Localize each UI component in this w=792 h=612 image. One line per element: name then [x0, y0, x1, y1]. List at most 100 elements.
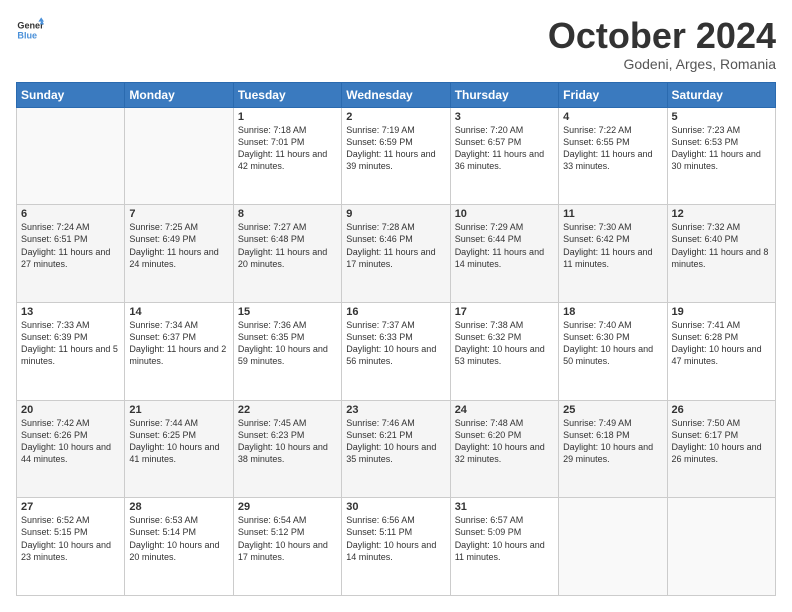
day-number: 29	[238, 501, 337, 513]
day-number: 30	[346, 501, 445, 513]
table-row: 29Sunrise: 6:54 AMSunset: 5:12 PMDayligh…	[233, 498, 341, 596]
day-info: Sunrise: 7:46 AMSunset: 6:21 PMDaylight:…	[346, 417, 445, 466]
week-row-2: 6Sunrise: 7:24 AMSunset: 6:51 PMDaylight…	[17, 205, 776, 303]
location-subtitle: Godeni, Arges, Romania	[548, 56, 776, 72]
table-row: 11Sunrise: 7:30 AMSunset: 6:42 PMDayligh…	[559, 205, 667, 303]
day-number: 5	[672, 111, 771, 123]
table-row: 8Sunrise: 7:27 AMSunset: 6:48 PMDaylight…	[233, 205, 341, 303]
table-row: 28Sunrise: 6:53 AMSunset: 5:14 PMDayligh…	[125, 498, 233, 596]
table-row: 2Sunrise: 7:19 AMSunset: 6:59 PMDaylight…	[342, 107, 450, 205]
table-row: 18Sunrise: 7:40 AMSunset: 6:30 PMDayligh…	[559, 302, 667, 400]
day-number: 28	[129, 501, 228, 513]
table-row: 1Sunrise: 7:18 AMSunset: 7:01 PMDaylight…	[233, 107, 341, 205]
week-row-5: 27Sunrise: 6:52 AMSunset: 5:15 PMDayligh…	[17, 498, 776, 596]
table-row: 30Sunrise: 6:56 AMSunset: 5:11 PMDayligh…	[342, 498, 450, 596]
table-row: 25Sunrise: 7:49 AMSunset: 6:18 PMDayligh…	[559, 400, 667, 498]
day-number: 1	[238, 111, 337, 123]
table-row: 10Sunrise: 7:29 AMSunset: 6:44 PMDayligh…	[450, 205, 558, 303]
day-number: 26	[672, 404, 771, 416]
table-row: 5Sunrise: 7:23 AMSunset: 6:53 PMDaylight…	[667, 107, 775, 205]
table-row: 7Sunrise: 7:25 AMSunset: 6:49 PMDaylight…	[125, 205, 233, 303]
table-row: 4Sunrise: 7:22 AMSunset: 6:55 PMDaylight…	[559, 107, 667, 205]
day-info: Sunrise: 6:53 AMSunset: 5:14 PMDaylight:…	[129, 514, 228, 563]
title-section: October 2024 Godeni, Arges, Romania	[548, 16, 776, 72]
day-info: Sunrise: 7:22 AMSunset: 6:55 PMDaylight:…	[563, 124, 662, 173]
table-row	[559, 498, 667, 596]
day-info: Sunrise: 7:32 AMSunset: 6:40 PMDaylight:…	[672, 221, 771, 270]
day-info: Sunrise: 7:30 AMSunset: 6:42 PMDaylight:…	[563, 221, 662, 270]
day-info: Sunrise: 7:44 AMSunset: 6:25 PMDaylight:…	[129, 417, 228, 466]
header: General Blue October 2024 Godeni, Arges,…	[16, 16, 776, 72]
calendar-table: Sunday Monday Tuesday Wednesday Thursday…	[16, 82, 776, 596]
day-number: 15	[238, 306, 337, 318]
table-row: 22Sunrise: 7:45 AMSunset: 6:23 PMDayligh…	[233, 400, 341, 498]
table-row: 26Sunrise: 7:50 AMSunset: 6:17 PMDayligh…	[667, 400, 775, 498]
day-number: 13	[21, 306, 120, 318]
day-info: Sunrise: 6:52 AMSunset: 5:15 PMDaylight:…	[21, 514, 120, 563]
day-number: 18	[563, 306, 662, 318]
day-info: Sunrise: 7:50 AMSunset: 6:17 PMDaylight:…	[672, 417, 771, 466]
table-row: 16Sunrise: 7:37 AMSunset: 6:33 PMDayligh…	[342, 302, 450, 400]
month-title: October 2024	[548, 16, 776, 56]
day-info: Sunrise: 7:33 AMSunset: 6:39 PMDaylight:…	[21, 319, 120, 368]
svg-text:General: General	[17, 21, 44, 31]
table-row: 3Sunrise: 7:20 AMSunset: 6:57 PMDaylight…	[450, 107, 558, 205]
table-row: 9Sunrise: 7:28 AMSunset: 6:46 PMDaylight…	[342, 205, 450, 303]
header-friday: Friday	[559, 82, 667, 107]
logo-icon: General Blue	[16, 16, 44, 44]
week-row-3: 13Sunrise: 7:33 AMSunset: 6:39 PMDayligh…	[17, 302, 776, 400]
day-number: 21	[129, 404, 228, 416]
table-row	[125, 107, 233, 205]
day-info: Sunrise: 7:27 AMSunset: 6:48 PMDaylight:…	[238, 221, 337, 270]
day-info: Sunrise: 6:56 AMSunset: 5:11 PMDaylight:…	[346, 514, 445, 563]
day-info: Sunrise: 7:34 AMSunset: 6:37 PMDaylight:…	[129, 319, 228, 368]
week-row-1: 1Sunrise: 7:18 AMSunset: 7:01 PMDaylight…	[17, 107, 776, 205]
weekday-header-row: Sunday Monday Tuesday Wednesday Thursday…	[17, 82, 776, 107]
header-thursday: Thursday	[450, 82, 558, 107]
header-tuesday: Tuesday	[233, 82, 341, 107]
day-info: Sunrise: 7:18 AMSunset: 7:01 PMDaylight:…	[238, 124, 337, 173]
day-info: Sunrise: 7:36 AMSunset: 6:35 PMDaylight:…	[238, 319, 337, 368]
table-row: 27Sunrise: 6:52 AMSunset: 5:15 PMDayligh…	[17, 498, 125, 596]
day-number: 31	[455, 501, 554, 513]
day-info: Sunrise: 7:19 AMSunset: 6:59 PMDaylight:…	[346, 124, 445, 173]
table-row: 20Sunrise: 7:42 AMSunset: 6:26 PMDayligh…	[17, 400, 125, 498]
day-number: 16	[346, 306, 445, 318]
day-number: 9	[346, 208, 445, 220]
day-info: Sunrise: 7:40 AMSunset: 6:30 PMDaylight:…	[563, 319, 662, 368]
day-number: 23	[346, 404, 445, 416]
day-info: Sunrise: 6:54 AMSunset: 5:12 PMDaylight:…	[238, 514, 337, 563]
header-wednesday: Wednesday	[342, 82, 450, 107]
header-monday: Monday	[125, 82, 233, 107]
table-row: 6Sunrise: 7:24 AMSunset: 6:51 PMDaylight…	[17, 205, 125, 303]
day-info: Sunrise: 7:23 AMSunset: 6:53 PMDaylight:…	[672, 124, 771, 173]
table-row: 31Sunrise: 6:57 AMSunset: 5:09 PMDayligh…	[450, 498, 558, 596]
table-row: 17Sunrise: 7:38 AMSunset: 6:32 PMDayligh…	[450, 302, 558, 400]
table-row: 14Sunrise: 7:34 AMSunset: 6:37 PMDayligh…	[125, 302, 233, 400]
day-number: 25	[563, 404, 662, 416]
header-saturday: Saturday	[667, 82, 775, 107]
table-row: 15Sunrise: 7:36 AMSunset: 6:35 PMDayligh…	[233, 302, 341, 400]
day-number: 12	[672, 208, 771, 220]
day-info: Sunrise: 7:37 AMSunset: 6:33 PMDaylight:…	[346, 319, 445, 368]
table-row: 12Sunrise: 7:32 AMSunset: 6:40 PMDayligh…	[667, 205, 775, 303]
day-number: 6	[21, 208, 120, 220]
week-row-4: 20Sunrise: 7:42 AMSunset: 6:26 PMDayligh…	[17, 400, 776, 498]
day-info: Sunrise: 7:48 AMSunset: 6:20 PMDaylight:…	[455, 417, 554, 466]
day-info: Sunrise: 7:38 AMSunset: 6:32 PMDaylight:…	[455, 319, 554, 368]
day-info: Sunrise: 7:29 AMSunset: 6:44 PMDaylight:…	[455, 221, 554, 270]
logo: General Blue	[16, 16, 44, 44]
day-info: Sunrise: 7:41 AMSunset: 6:28 PMDaylight:…	[672, 319, 771, 368]
day-info: Sunrise: 7:49 AMSunset: 6:18 PMDaylight:…	[563, 417, 662, 466]
table-row	[17, 107, 125, 205]
day-info: Sunrise: 7:45 AMSunset: 6:23 PMDaylight:…	[238, 417, 337, 466]
day-number: 2	[346, 111, 445, 123]
day-info: Sunrise: 7:25 AMSunset: 6:49 PMDaylight:…	[129, 221, 228, 270]
day-info: Sunrise: 7:28 AMSunset: 6:46 PMDaylight:…	[346, 221, 445, 270]
day-info: Sunrise: 7:20 AMSunset: 6:57 PMDaylight:…	[455, 124, 554, 173]
day-number: 27	[21, 501, 120, 513]
day-number: 10	[455, 208, 554, 220]
day-number: 24	[455, 404, 554, 416]
day-number: 11	[563, 208, 662, 220]
day-info: Sunrise: 6:57 AMSunset: 5:09 PMDaylight:…	[455, 514, 554, 563]
